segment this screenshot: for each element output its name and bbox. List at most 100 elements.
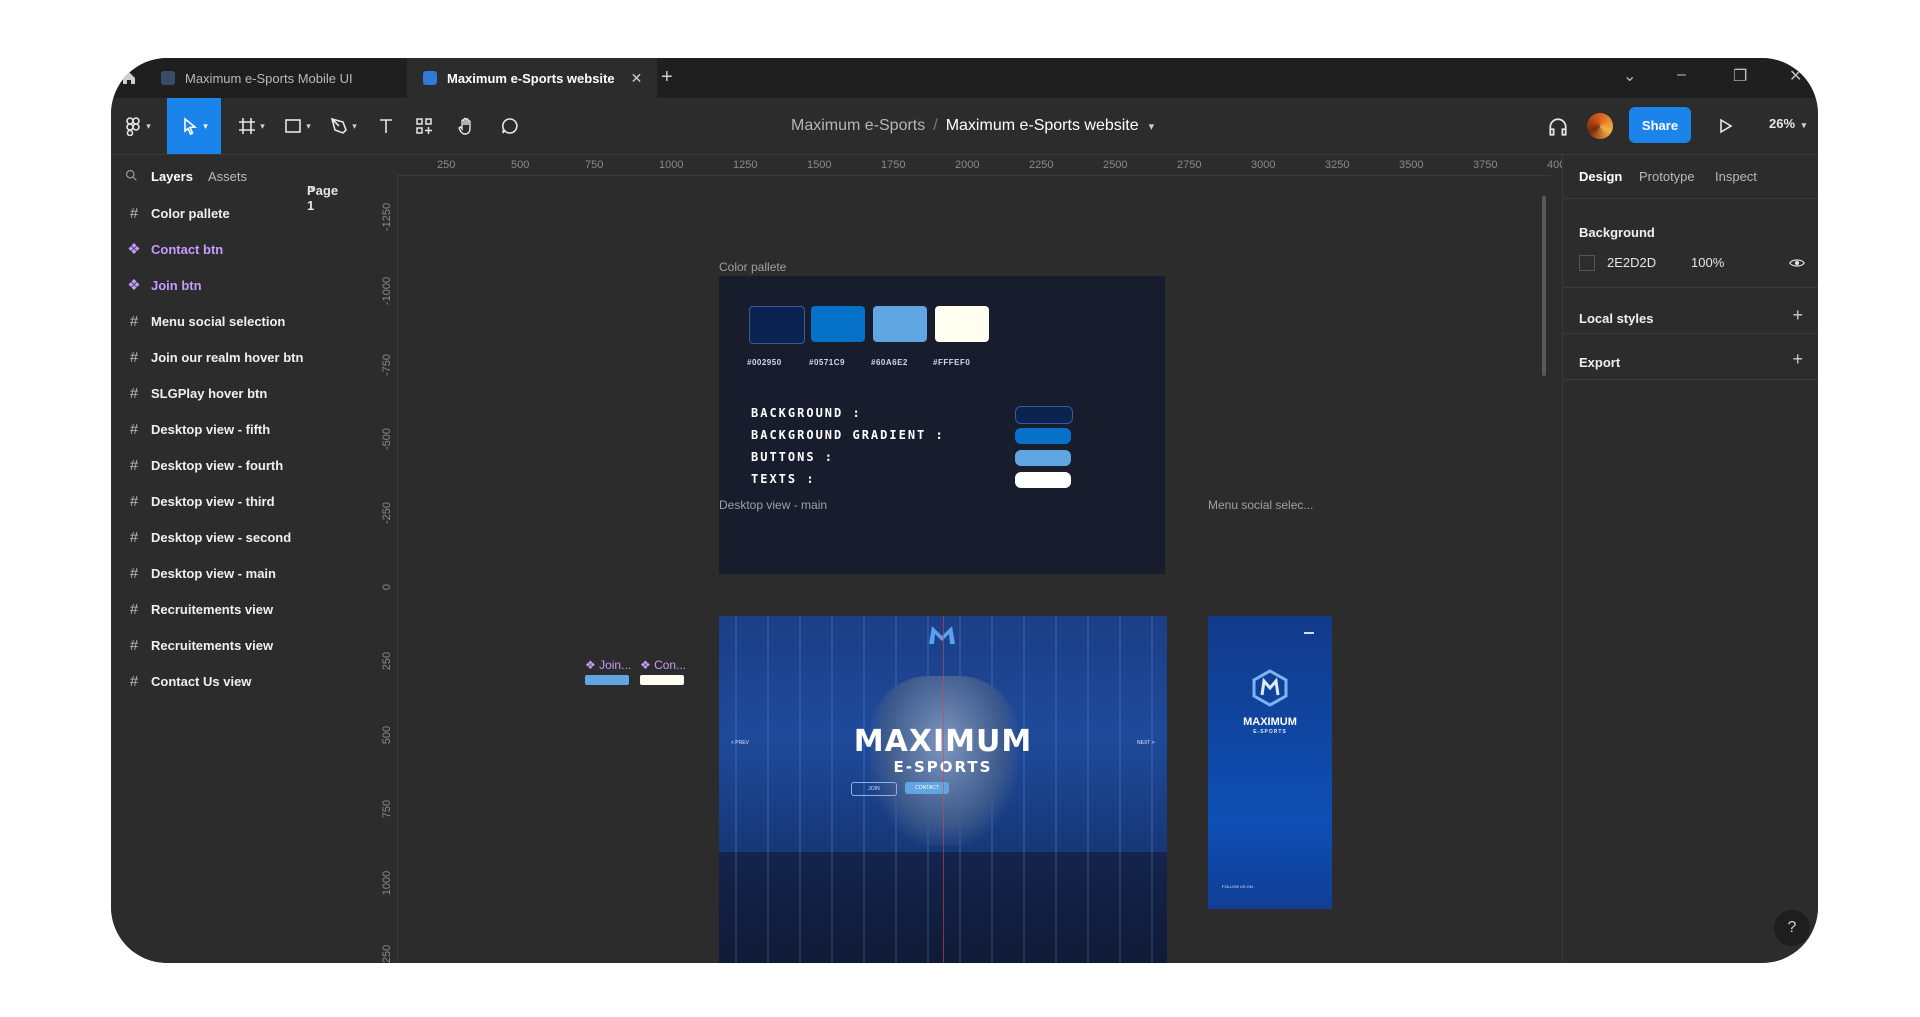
add-export-icon[interactable]: +	[1792, 349, 1803, 370]
help-button[interactable]: ?	[1774, 910, 1810, 946]
palette-row-label: BACKGROUND :	[751, 406, 862, 420]
canvas[interactable]: Color pallete #002950 #0571C9 #60A6E2 #FFFE…	[398, 176, 1551, 963]
background-opacity[interactable]: 100%	[1691, 255, 1724, 270]
layer-item[interactable]: # Join our realm hover btn	[111, 339, 377, 375]
hamburger-icon[interactable]	[1304, 632, 1314, 634]
tab-design[interactable]: Design	[1579, 169, 1622, 184]
breadcrumb-file[interactable]: Maximum e-Sports website	[946, 117, 1139, 135]
contact-component[interactable]	[640, 675, 684, 685]
background-hex[interactable]: 2E2D2D	[1607, 255, 1656, 270]
frame-hash-icon: #	[129, 420, 139, 438]
tab-inspect[interactable]: Inspect	[1715, 169, 1757, 184]
frame-hash-icon: #	[129, 564, 139, 582]
tab-assets[interactable]: Assets	[208, 169, 247, 184]
frame-label-mobile[interactable]: Menu social selec...	[1208, 498, 1313, 512]
tab-bar: Maximum e-Sports Mobile UI Maximum e-Spo…	[111, 58, 1818, 98]
layer-item[interactable]: # Recruitements view	[111, 591, 377, 627]
color-swatch[interactable]	[935, 306, 989, 342]
tab-prototype[interactable]: Prototype	[1639, 169, 1695, 184]
layer-item[interactable]: # Desktop view - fifth	[111, 411, 377, 447]
layer-item[interactable]: ❖ Contact btn	[111, 231, 377, 267]
layer-item[interactable]: # Desktop view - second	[111, 519, 377, 555]
add-style-icon[interactable]: +	[1792, 305, 1803, 326]
component-label-contact[interactable]: ❖ Con...	[640, 658, 686, 672]
close-window-icon[interactable]: ✕	[1789, 66, 1802, 86]
frame-tool-button[interactable]: ▾	[231, 98, 271, 154]
component-label-join[interactable]: ❖ Join...	[585, 658, 631, 672]
layer-item[interactable]: # Contact Us view	[111, 663, 377, 699]
minimize-icon[interactable]: –	[1677, 66, 1686, 84]
tab-mobile-ui[interactable]: Maximum e-Sports Mobile UI	[147, 58, 363, 98]
desktop-main-frame[interactable]: MAXIMUM E-SPORTS JOIN CONTACT < PREV NEX…	[719, 616, 1167, 963]
ruler-tick-label: 2750	[1177, 159, 1202, 171]
rectangle-icon	[285, 119, 302, 133]
color-swatch[interactable]	[749, 306, 805, 344]
layer-item[interactable]: # SLGPlay hover btn	[111, 375, 377, 411]
headphones-icon[interactable]	[1547, 116, 1569, 138]
background-swatch[interactable]	[1579, 255, 1595, 271]
frame-hash-icon: #	[129, 348, 139, 366]
components-grid-icon	[416, 118, 432, 134]
home-icon[interactable]	[121, 70, 137, 86]
divider	[1563, 379, 1818, 380]
join-component[interactable]	[585, 675, 629, 685]
mobile-subtitle: E-SPORTS	[1253, 729, 1287, 735]
tab-layers[interactable]: Layers	[151, 169, 193, 184]
ruler-tick-label: 1750	[881, 159, 906, 171]
layer-label: Recruitements view	[151, 601, 274, 617]
avatar[interactable]	[1587, 113, 1613, 139]
palette-row-bar	[1015, 406, 1073, 424]
share-button[interactable]: Share	[1629, 107, 1691, 143]
prev-link[interactable]: < PREV	[731, 740, 749, 746]
resources-button[interactable]	[407, 98, 441, 154]
layer-item[interactable]: # Color pallete	[111, 195, 377, 231]
chevron-down-icon[interactable]: ▾	[1149, 120, 1155, 133]
menu-social-frame[interactable]: MAXIMUM E-SPORTS FOLLOW US ON :	[1208, 616, 1332, 909]
ruler-tick-label: -250	[381, 501, 393, 525]
zoom-level[interactable]: 26% ▾	[1769, 116, 1806, 131]
layer-item[interactable]: # Menu social selection	[111, 303, 377, 339]
restore-icon[interactable]: ❐	[1733, 66, 1747, 86]
move-tool-button[interactable]: ▾	[167, 98, 221, 154]
present-play-icon[interactable]	[1715, 116, 1735, 136]
frame-label-desktop[interactable]: Desktop view - main	[719, 498, 827, 512]
color-swatch[interactable]	[873, 306, 927, 342]
layer-item[interactable]: # Recruitements view	[111, 627, 377, 663]
ruler-tick-label: -1250	[381, 202, 393, 232]
frame-hash-icon: #	[129, 384, 139, 402]
background-stripe	[1023, 616, 1025, 963]
figma-logo-icon	[126, 117, 141, 136]
layer-item[interactable]: # Desktop view - fourth	[111, 447, 377, 483]
color-hex-label: #0571C9	[809, 358, 845, 367]
frame-hash-icon: #	[129, 492, 139, 510]
local-styles-heading: Local styles	[1579, 311, 1654, 326]
hero-join-button[interactable]: JOIN	[851, 782, 897, 796]
main-menu-button[interactable]: ▾	[119, 98, 155, 154]
layer-label: Desktop view - fourth	[151, 457, 284, 473]
shape-tool-button[interactable]: ▾	[277, 98, 317, 154]
new-tab-icon[interactable]: +	[661, 66, 673, 89]
tab-website[interactable]: Maximum e-Sports website ✕	[407, 58, 657, 98]
comment-tool-button[interactable]	[493, 98, 527, 154]
palette-row-bar	[1015, 450, 1071, 466]
hand-tool-button[interactable]	[449, 98, 483, 154]
breadcrumb-project[interactable]: Maximum e-Sports	[791, 117, 925, 135]
next-link[interactable]: NEXT >	[1137, 740, 1155, 746]
layer-label: Menu social selection	[151, 313, 286, 329]
layer-item[interactable]: # Desktop view - third	[111, 483, 377, 519]
eye-icon[interactable]	[1789, 257, 1805, 269]
ruler-tick-label: 2250	[1029, 159, 1054, 171]
layer-item[interactable]: # Desktop view - main	[111, 555, 377, 591]
text-tool-button[interactable]	[369, 98, 403, 154]
frame-label-palette[interactable]: Color pallete	[719, 260, 786, 274]
close-tab-icon[interactable]: ✕	[631, 70, 643, 87]
canvas-scrollbar[interactable]	[1542, 196, 1546, 376]
pen-tool-button[interactable]: ▾	[323, 98, 363, 154]
layer-item[interactable]: ❖ Join btn	[111, 267, 377, 303]
chevron-down-icon[interactable]: ⌄	[1623, 66, 1636, 86]
color-palette-frame[interactable]: #002950 #0571C9 #60A6E2 #FFFEF0 BACKGROUND :…	[719, 276, 1165, 574]
search-icon[interactable]	[125, 169, 138, 182]
color-swatch[interactable]	[811, 306, 865, 342]
breadcrumb[interactable]: Maximum e-Sports / Maximum e-Sports webs…	[791, 98, 1154, 154]
properties-panel: Design Prototype Inspect Background 2E2D…	[1562, 155, 1818, 963]
